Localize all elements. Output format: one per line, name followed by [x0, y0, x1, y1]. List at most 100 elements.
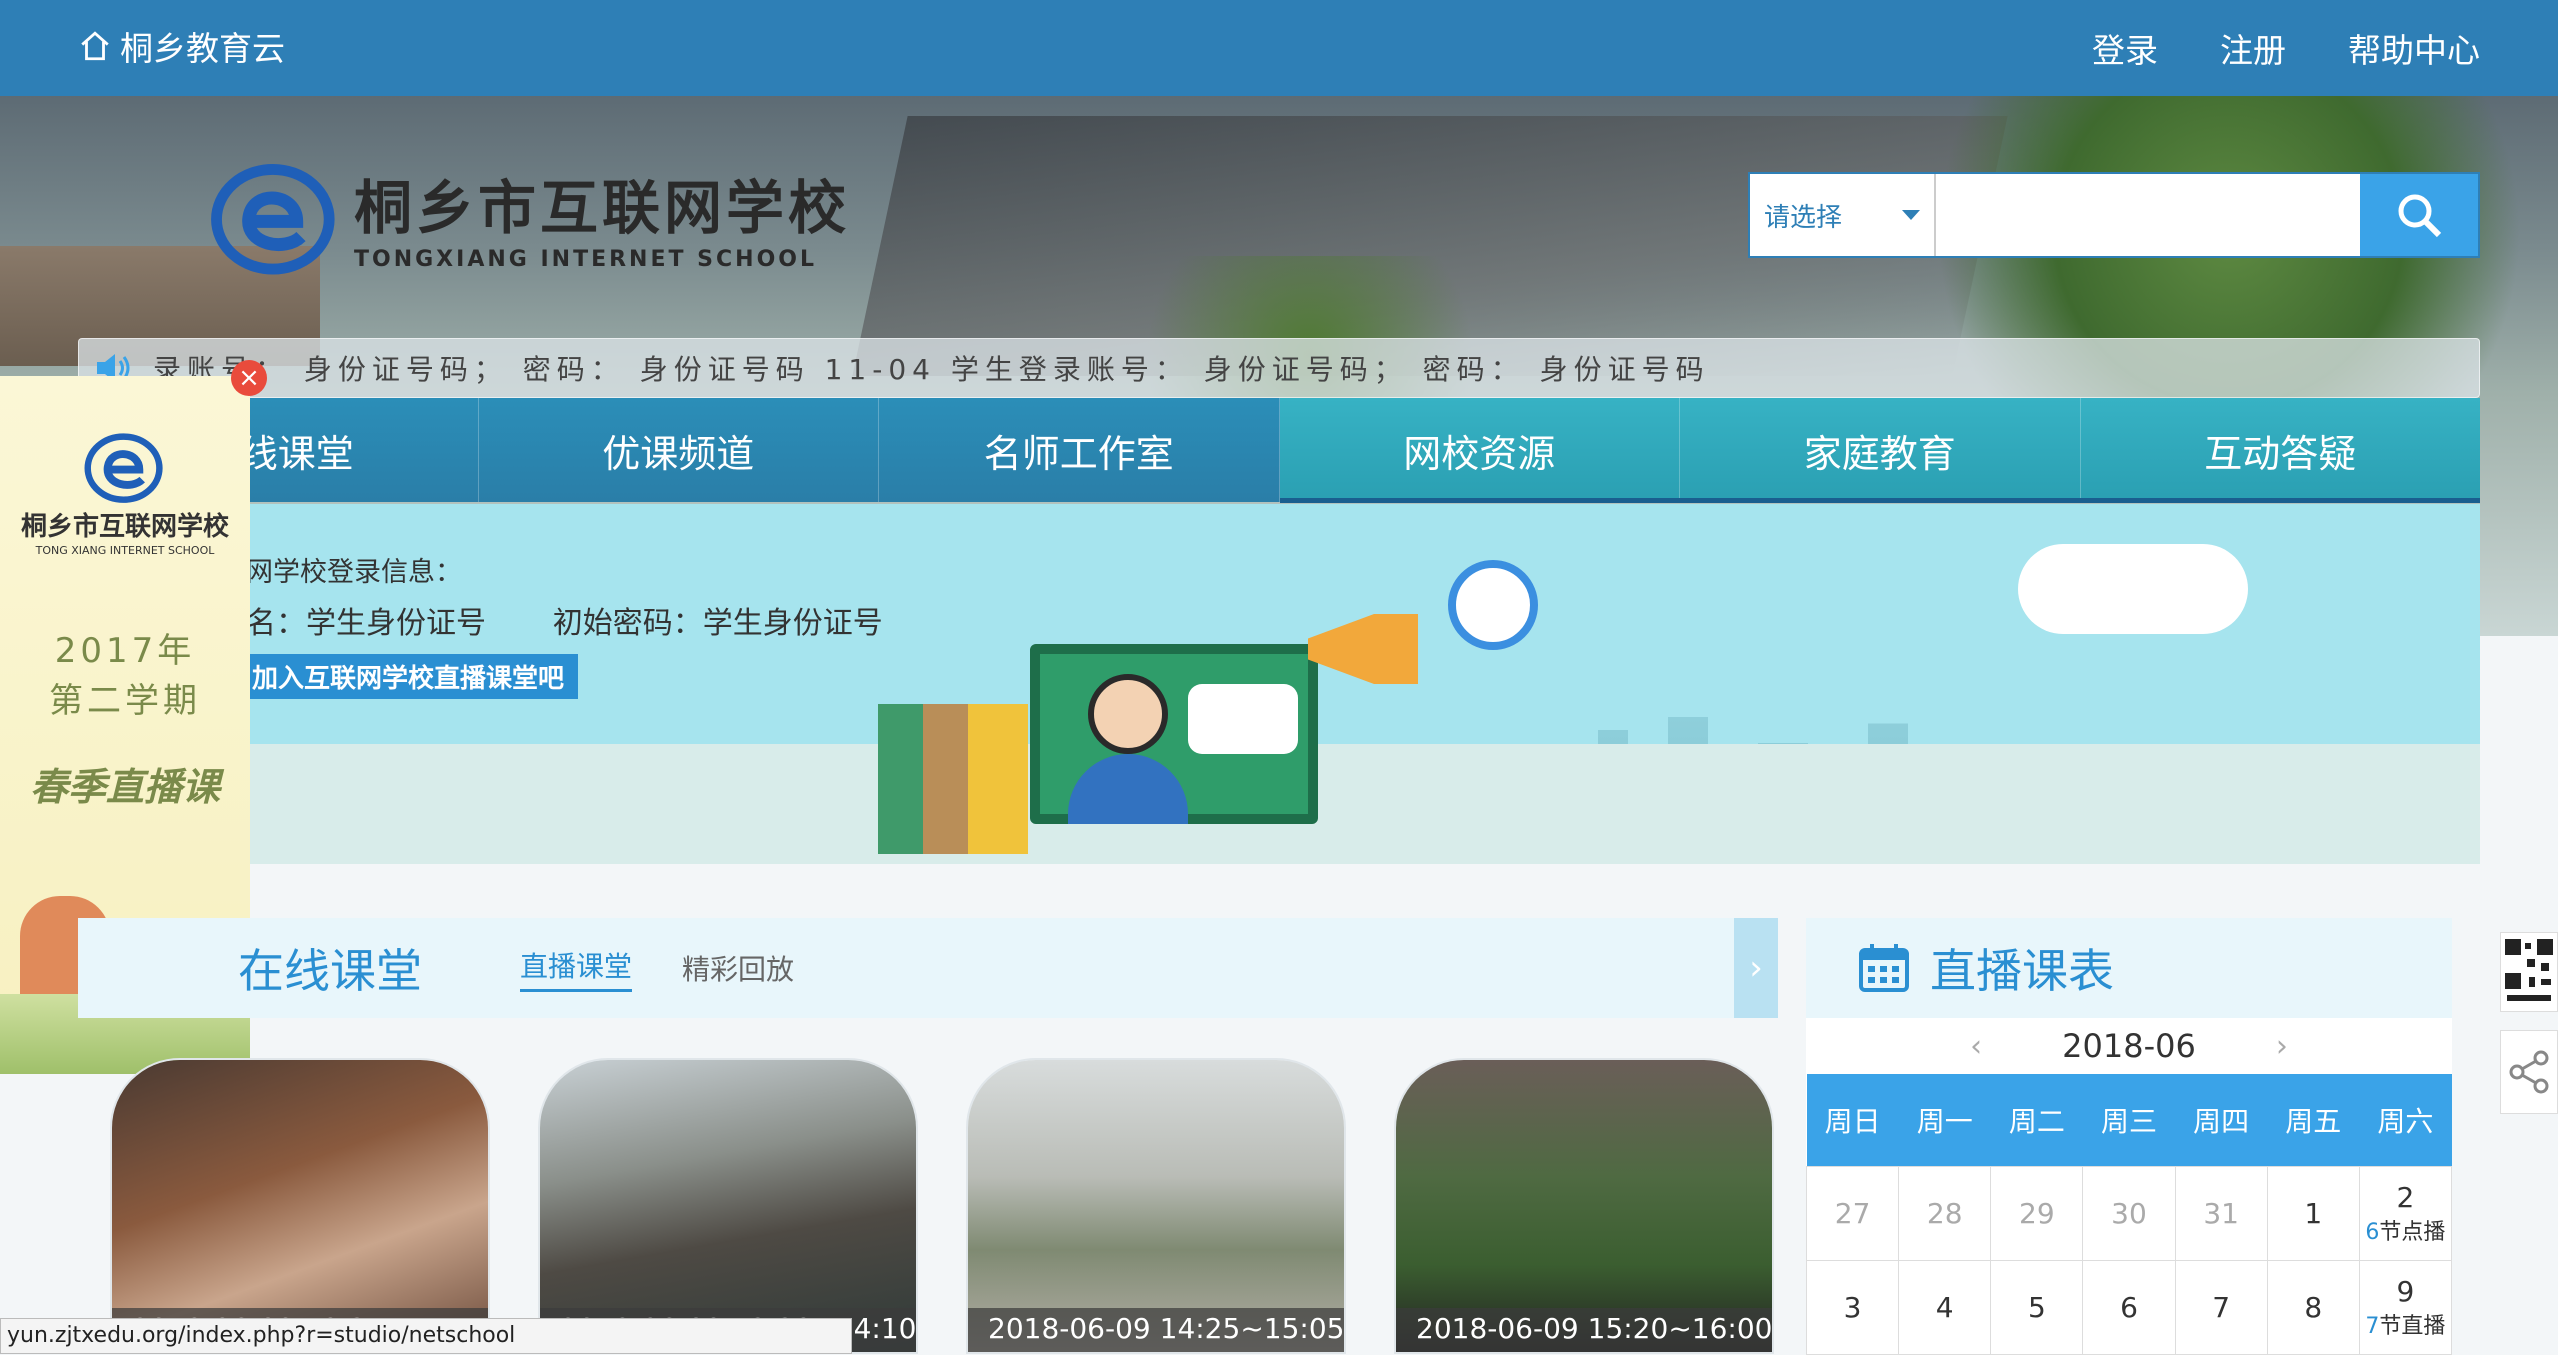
banner-line-2: 名：学生身份证号 初始密码：学生身份证号 [246, 606, 883, 641]
home-icon [81, 31, 109, 61]
speech-bubble-icon [1188, 684, 1298, 754]
search-icon [2398, 194, 2442, 238]
event-count: 6 [2365, 1219, 2380, 1245]
calendar-day[interactable]: 7 [2174, 1259, 2268, 1355]
calendar-day[interactable]: 29 [1990, 1165, 2084, 1261]
tab-live-class[interactable]: 直播课堂 [520, 945, 633, 992]
share-icon [2509, 1050, 2549, 1094]
cloud-icon [2018, 544, 2248, 634]
help-center-link[interactable]: 帮助中心 [2348, 24, 2480, 72]
ad-term-year: 2017年 [54, 631, 196, 671]
class-card[interactable]: 2018-06-09 13:30~14:10 [538, 1058, 918, 1354]
brand-label: 桐乡教育云 [120, 29, 285, 68]
live-schedule: 直播课表 ‹ 2018-06 › 周日 周一 周二 周三 周四 周五 周六 27… [1805, 918, 2453, 1355]
tab-replay[interactable]: 精彩回放 [682, 948, 794, 988]
top-links: 登录 注册 帮助中心 [2092, 24, 2480, 72]
register-link[interactable]: 注册 [2220, 24, 2286, 72]
class-time: 2018-06-09 14:25~15:05 [968, 1308, 1344, 1352]
class-card[interactable]: 2018-06-09 15:20~16:00 [1394, 1058, 1774, 1354]
next-arrow-button[interactable]: › [1734, 918, 1778, 1018]
school-logo[interactable]: 桐乡市互联网学校 TONGXIANG INTERNET SCHOOL [210, 156, 850, 276]
section-title: 在线课堂 [238, 944, 422, 998]
calendar-day[interactable]: 28 [1898, 1165, 1992, 1261]
ad-school-name-en: TONG XIANG INTERNET SCHOOL [35, 544, 215, 557]
weekday-header: 周一 [1898, 1074, 1991, 1166]
share-button[interactable] [2500, 1030, 2558, 1114]
weekday-header: 周六 [2359, 1074, 2452, 1166]
ad-slogan: 春季直播课 [29, 765, 220, 809]
books-illustration [878, 704, 1028, 854]
home-link[interactable]: 桐乡教育云 [78, 22, 285, 70]
calendar-day[interactable]: 27 [1805, 1165, 1900, 1261]
calendar-icon [1859, 944, 1909, 992]
ad-term: 2017年 第二学期 [0, 626, 250, 726]
event-label: 节直播 [2379, 1313, 2446, 1339]
next-month-button[interactable]: › [2276, 1029, 2288, 1064]
calendar-day-with-event[interactable]: 2 6节点播 [2358, 1165, 2453, 1261]
day-event: 6节点播 [2360, 1214, 2451, 1246]
schedule-title: 直播课表 [1930, 944, 2114, 998]
calendar-day[interactable]: 3 [1805, 1259, 1900, 1355]
school-name-en: TONGXIANG INTERNET SCHOOL [354, 246, 817, 272]
banner-line-1: 网学校登录信息： [246, 557, 462, 588]
nav-underline [1280, 498, 2480, 503]
calendar-day[interactable]: 30 [2082, 1165, 2176, 1261]
schedule-header: 直播课表 [1806, 918, 2452, 1018]
prev-month-button[interactable]: ‹ [1970, 1029, 1982, 1064]
calendar-table: 周日 周一 周二 周三 周四 周五 周六 27 28 29 30 31 1 2 … [1805, 1074, 2453, 1355]
day-number: 2 [2396, 1180, 2415, 1214]
calendar-day-with-event[interactable]: 9 7节直播 [2358, 1259, 2453, 1355]
close-icon: × [238, 363, 260, 393]
dropdown-arrow-icon [1902, 210, 1920, 220]
weekday-header: 周日 [1806, 1074, 1899, 1166]
notice-text: 录账号： 身份证号码； 密码： 身份证号码 11-04 学生登录账号： 身份证号… [153, 353, 1710, 386]
weekday-header: 周五 [2267, 1074, 2360, 1166]
school-name-cn: 桐乡市互联网学校 [354, 173, 851, 242]
qr-code-icon[interactable] [2500, 932, 2558, 1012]
event-label: 节点播 [2379, 1219, 2446, 1245]
calendar-day[interactable]: 31 [2174, 1165, 2268, 1261]
qr-pattern [2505, 939, 2553, 1001]
ad-term-semester: 第二学期 [49, 681, 201, 721]
nav-family-education[interactable]: 家庭教育 [1680, 398, 2081, 502]
day-number: 9 [2396, 1274, 2415, 1308]
event-count: 7 [2365, 1313, 2380, 1339]
calendar-day[interactable]: 5 [1990, 1259, 2084, 1355]
nav-school-resources[interactable]: 网校资源 [1279, 398, 1680, 502]
login-link[interactable]: 登录 [2092, 24, 2158, 72]
nav-quality-courses[interactable]: 优课频道 [479, 398, 879, 502]
ad-e-logo-icon [84, 433, 163, 503]
calendar-day[interactable]: 6 [2082, 1259, 2176, 1355]
weekday-header: 周四 [2175, 1074, 2268, 1166]
day-event: 7节直播 [2360, 1308, 2451, 1340]
class-time: 2018-06-09 15:20~16:00 [1396, 1308, 1772, 1352]
current-month: 2018-06 [2062, 1027, 2196, 1065]
notice-marquee: 录账号： 身份证号码； 密码： 身份证号码 11-04 学生登录账号： 身份证号… [78, 338, 2480, 398]
online-class-header: 在线课堂 直播课堂 精彩回放 › [78, 918, 1778, 1018]
nav-master-studio[interactable]: 名师工作室 [879, 398, 1280, 502]
search-select-label: 请选择 [1764, 202, 1843, 233]
e-logo-icon [211, 164, 335, 275]
browser-status-url: yun.zjtxedu.org/index.php?r=studio/netsc… [0, 1318, 852, 1354]
search-box: 请选择 [1748, 172, 2480, 258]
weekday-header: 周三 [2082, 1074, 2176, 1166]
promo-banner[interactable]: 网学校登录信息： 名：学生身份证号 初始密码：学生身份证号 加入互联网学校直播课… [78, 504, 2480, 864]
nav-qa[interactable]: 互动答疑 [2080, 398, 2480, 502]
class-card-list: 2018-06-09 10:35~11:15 2018-06-09 13:30~… [110, 1058, 1776, 1354]
close-ad-button[interactable]: × [231, 360, 267, 396]
top-bar: 桐乡教育云 登录 注册 帮助中心 [0, 0, 2558, 96]
class-card[interactable]: 2018-06-09 10:35~11:15 [110, 1058, 490, 1354]
search-category-select[interactable]: 请选择 [1750, 174, 1936, 256]
teacher-face-illustration [1088, 674, 1168, 754]
clock-icon [1448, 560, 1538, 650]
search-button[interactable] [2360, 174, 2478, 256]
calendar-day[interactable]: 1 [2266, 1165, 2360, 1261]
main-nav: 在线课堂 优课频道 名师工作室 网校资源 家庭教育 互动答疑 [78, 398, 2480, 502]
calendar-day[interactable]: 4 [1898, 1259, 1992, 1355]
month-switcher: ‹ 2018-06 › [1806, 1018, 2452, 1074]
class-card[interactable]: 2018-06-09 14:25~15:05 [966, 1058, 1346, 1354]
search-input[interactable] [1936, 174, 2360, 256]
chevron-right-icon: › [1749, 948, 1763, 988]
banner-line-3: 加入互联网学校直播课堂吧 [238, 654, 579, 699]
calendar-day[interactable]: 8 [2266, 1259, 2360, 1355]
